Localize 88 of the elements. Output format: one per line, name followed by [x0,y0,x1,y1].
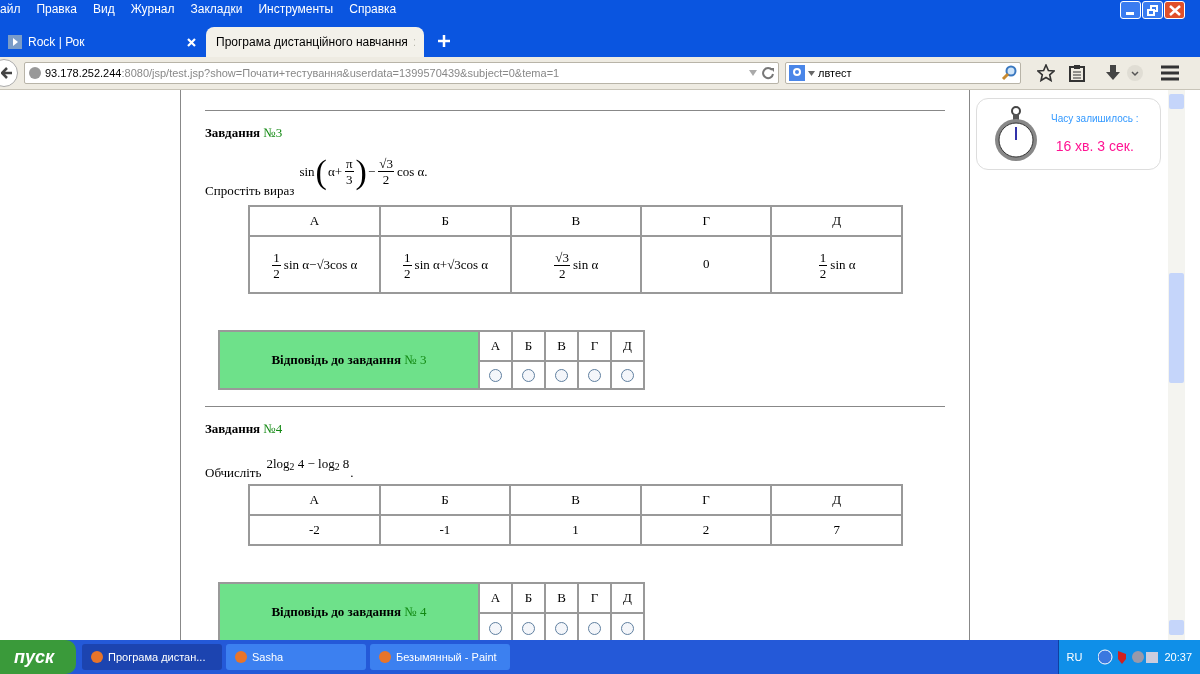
menu-item[interactable]: Вид [92,0,115,18]
menu-item[interactable]: Справка [349,0,397,18]
taskbar-button[interactable]: Sasha [226,644,366,670]
choice-label: Г [578,583,611,613]
app-icon [90,650,104,664]
google-icon [789,65,805,81]
close-icon[interactable] [1169,5,1181,16]
close-icon[interactable] [187,37,196,47]
radio-button[interactable] [555,621,568,635]
radio-button[interactable] [522,369,535,383]
radio-button[interactable] [489,621,502,635]
table-header-cell: А [249,205,380,236]
taskbar-button[interactable]: Безымянный - Paint [370,644,510,670]
menu-item[interactable]: Закладки [190,0,243,18]
radio-button[interactable] [588,621,601,635]
browser-tab[interactable]: Програма дистанційного навчання [206,27,424,57]
url-text: 93.178.252.244:8080/jsp/test.jsp?show=Почати+тестування&userdata=1399570439&subject=0&tema=1 [45,65,561,81]
table-header-cell: Б [379,485,511,515]
table-header-cell: Г [641,205,772,236]
radio-button[interactable] [555,369,568,383]
menu-item[interactable]: Инструменты [258,0,334,18]
reload-icon[interactable] [761,66,775,80]
math-formula: 2log$_{2}$ 4 − log$_{2}$ 8 [265,455,351,474]
chevron-icon[interactable] [1127,65,1143,81]
choice-label: А [479,583,512,613]
choice-label: А [479,330,512,361]
start-button[interactable]: пуск [0,640,76,674]
address-field[interactable]: 93.178.252.244:8080/jsp/test.jsp?show=Почати+тестування&userdata=1399570439&subject=0&tema=1 [24,62,779,84]
radio-button[interactable] [621,369,634,383]
table-cell: 7 [771,515,902,545]
task-heading: Завдання №3 [205,124,284,142]
taskbar-button[interactable]: Програма дистан... [82,644,222,670]
task-prompt: Спростіть вираз [205,182,295,200]
answer-label: Відповідь до завдання № 3 [219,330,479,389]
choice-label: Д [611,330,644,361]
language-indicator[interactable]: RU [1066,648,1083,666]
choice-label: Д [611,583,644,613]
timer-label: Часу залишилось : [1051,112,1139,126]
timer-value: 16 хв. 3 сек. [1055,137,1134,156]
radio-button[interactable] [588,369,601,383]
clock: 20:37 [1164,649,1192,665]
choice-label: В [545,583,578,613]
table-cell: -1 [379,515,511,545]
star-icon[interactable] [1037,64,1055,82]
radio-button[interactable] [621,621,634,635]
close-button[interactable] [1164,1,1185,19]
choice-label: Г [578,330,611,361]
table-header-cell: Г [640,485,772,515]
download-icon[interactable] [1105,64,1121,82]
minimize-button[interactable] [1120,1,1141,19]
table-cell: 0 [641,235,772,293]
table-header-cell: А [249,485,380,515]
table-header-cell: Д [771,485,902,515]
restore-button[interactable] [1142,1,1163,19]
task-heading: Завдання №4 [205,419,284,438]
browser-tab[interactable]: Rock | Рок [2,29,202,55]
answer-label: Відповідь до завдання № 4 [219,583,479,640]
task-prompt: Обчисліть [205,463,262,482]
back-arrow-icon[interactable] [1,67,13,79]
table-header-cell: В [510,485,641,515]
table-header-cell: Б [379,205,511,236]
play-icon [8,35,22,49]
tray-icons-drawing [1098,649,1159,665]
table-cell: 1 [510,515,641,545]
choice-label: Б [512,330,545,361]
choice-label: В [545,330,578,361]
choice-label: Б [512,583,545,613]
menu-icon[interactable] [1161,65,1179,81]
punctuation: . [350,463,354,482]
app-icon [234,650,248,664]
menu-item[interactable]: Журнал [130,0,175,18]
dropdown-icon[interactable] [748,69,758,77]
search-icon[interactable] [1001,65,1017,81]
search-field[interactable]: лвтест [785,62,1021,84]
table-header-cell: Д [771,205,902,236]
caret-icon[interactable] [808,70,815,76]
search-text: лвтест [818,65,853,81]
table-cell: -2 [249,515,380,545]
scrollbar[interactable] [1168,90,1185,640]
clipboard-icon[interactable] [1069,64,1085,82]
table-cell: 2 [640,515,772,545]
app-icon [378,650,392,664]
menu-item[interactable]: Правка [36,0,77,18]
radio-button[interactable] [522,621,535,635]
radio-button[interactable] [489,369,502,383]
menu-item[interactable]: айл [0,0,21,18]
table-header-cell: В [510,205,642,236]
new-tab-icon[interactable] [438,35,450,47]
